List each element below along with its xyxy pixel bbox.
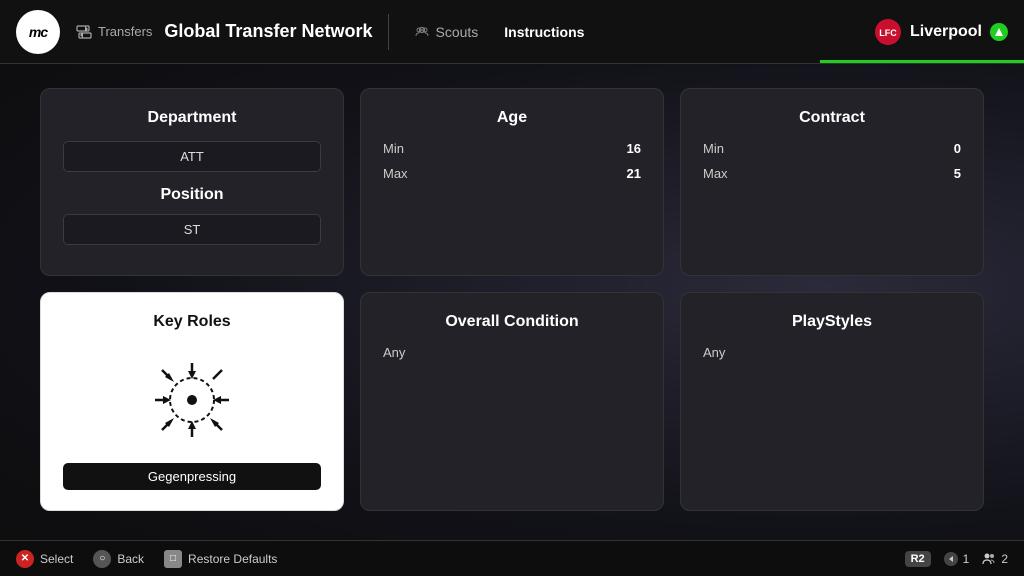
- select-button[interactable]: ✕ Select: [16, 550, 73, 568]
- department-title: Department: [63, 109, 321, 127]
- main-title: Global Transfer Network: [164, 21, 372, 42]
- bottom-right: R2 1 2: [905, 551, 1008, 567]
- club-crest: LFC: [874, 18, 902, 46]
- club-name: Liverpool: [910, 23, 982, 41]
- indicator-2: 2: [981, 551, 1008, 567]
- contract-min-row: Min 0: [703, 141, 961, 156]
- count1: 1: [963, 552, 970, 566]
- people-icon: [981, 551, 997, 567]
- contract-min-value: 0: [954, 141, 961, 156]
- tactic-label: Gegenpressing: [63, 463, 321, 490]
- age-max-value: 21: [627, 166, 641, 181]
- overall-condition-title: Overall Condition: [383, 313, 641, 331]
- position-value[interactable]: ST: [63, 214, 321, 245]
- contract-min-label: Min: [703, 141, 724, 156]
- age-max-row: Max 21: [383, 166, 641, 181]
- overall-condition-card: Overall Condition Any: [360, 292, 664, 511]
- nav-left-icon: [943, 551, 959, 567]
- o-button-icon: ○: [93, 550, 111, 568]
- bottombar: ✕ Select ○ Back □ Restore Defaults R2 1 …: [0, 540, 1024, 576]
- club-bar: [820, 60, 1024, 63]
- nav-divider: [388, 14, 389, 50]
- restore-label: Restore Defaults: [188, 552, 277, 566]
- nav-tabs: Scouts Instructions: [405, 18, 594, 46]
- department-value[interactable]: ATT: [63, 141, 321, 172]
- indicator-1: 1: [943, 551, 970, 567]
- transfers-label: Transfers: [98, 24, 152, 39]
- instructions-label: Instructions: [504, 24, 584, 40]
- playstyles-value: Any: [703, 345, 961, 360]
- nav-transfers[interactable]: Transfers: [76, 24, 152, 40]
- age-min-value: 16: [627, 141, 641, 156]
- contract-max-label: Max: [703, 166, 728, 181]
- key-roles-icon-area: [63, 345, 321, 455]
- topbar: mc Transfers Global Transfer Network Sco…: [0, 0, 1024, 64]
- club-info: LFC Liverpool: [874, 18, 1008, 46]
- age-title: Age: [383, 109, 641, 127]
- back-label: Back: [117, 552, 144, 566]
- main-content: Department ATT Position ST Age Min 16 Ma…: [0, 64, 1024, 535]
- position-title: Position: [63, 186, 321, 204]
- key-roles-card[interactable]: Key Roles: [40, 292, 344, 511]
- back-button[interactable]: ○ Back: [93, 550, 144, 568]
- r2-badge: R2: [905, 551, 931, 567]
- contract-title: Contract: [703, 109, 961, 127]
- playstyles-title: PlayStyles: [703, 313, 961, 331]
- sq-button-icon: □: [164, 550, 182, 568]
- select-label: Select: [40, 552, 73, 566]
- age-max-label: Max: [383, 166, 408, 181]
- scouts-label: Scouts: [435, 24, 478, 40]
- overall-condition-value: Any: [383, 345, 641, 360]
- age-min-row: Min 16: [383, 141, 641, 156]
- gegenpressing-icon: [147, 355, 237, 445]
- logo-text: mc: [29, 24, 47, 40]
- contract-card: Contract Min 0 Max 5: [680, 88, 984, 276]
- restore-button[interactable]: □ Restore Defaults: [164, 550, 277, 568]
- count2: 2: [1001, 552, 1008, 566]
- svg-text:LFC: LFC: [879, 28, 897, 38]
- tab-scouts[interactable]: Scouts: [405, 18, 488, 46]
- age-card: Age Min 16 Max 21: [360, 88, 664, 276]
- x-button-icon: ✕: [16, 550, 34, 568]
- app-logo: mc: [16, 10, 60, 54]
- contract-max-row: Max 5: [703, 166, 961, 181]
- contract-max-value: 5: [954, 166, 961, 181]
- transfers-icon: [76, 24, 92, 40]
- age-min-label: Min: [383, 141, 404, 156]
- key-roles-title: Key Roles: [63, 313, 321, 331]
- playstyles-card: PlayStyles Any: [680, 292, 984, 511]
- status-icon: [994, 27, 1004, 37]
- tab-instructions[interactable]: Instructions: [494, 18, 594, 46]
- department-position-card: Department ATT Position ST: [40, 88, 344, 276]
- club-status: [990, 23, 1008, 41]
- scouts-icon: [415, 25, 429, 39]
